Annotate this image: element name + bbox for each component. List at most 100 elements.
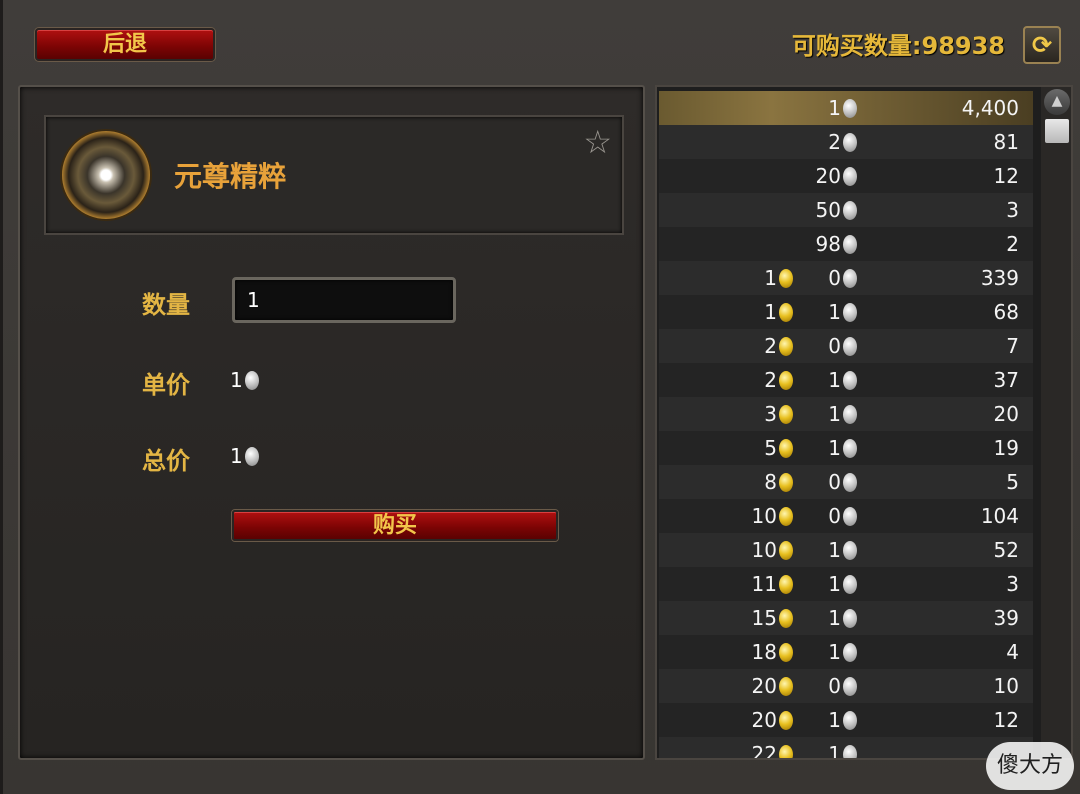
gold-coin-icon [779,269,793,288]
silver-coin-icon [244,447,259,466]
silver-amount: 1 [828,572,841,596]
list-row[interactable]: 10 1 52 [659,533,1033,567]
listing-count: 19 [993,436,1019,460]
quantity-input[interactable]: 1 [232,277,456,323]
gold-price: 11 [752,567,793,601]
silver-coin-icon [843,337,857,356]
listing-count: 68 [993,300,1019,324]
silver-amount: 1 [828,96,841,120]
silver-coin-icon [843,371,857,390]
silver-coin-icon [843,167,857,186]
silver-coin-icon [244,371,259,390]
gold-amount: 1 [764,300,777,324]
silver-price: 1 [828,431,857,465]
silver-coin-icon [843,439,857,458]
silver-price: 20 [816,159,857,193]
gold-amount: 1 [764,266,777,290]
back-button[interactable]: 后退 [35,28,215,61]
gold-coin-icon [779,473,793,492]
total-price-number: 1 [230,444,243,468]
listing-count: 2 [1006,232,1019,256]
list-row[interactable]: 1 1 68 [659,295,1033,329]
silver-price: 50 [816,193,857,227]
gold-price: 20 [752,669,793,703]
listing-count: 3 [1006,572,1019,596]
scrollbar[interactable]: ▲ [1041,87,1071,758]
silver-price: 98 [816,227,857,261]
gold-amount: 2 [764,368,777,392]
price-list-panel: 1 4,400 2 81 20 12 50 3 98 2 1 0 339 1 1 68 2 0 7 2 1 37 3 1 20 5… [655,85,1073,760]
gold-price: 15 [752,601,793,635]
list-row[interactable]: 5 1 19 [659,431,1033,465]
gold-coin-icon [779,541,793,560]
gold-coin-icon [779,337,793,356]
silver-amount: 50 [815,198,841,222]
list-row[interactable]: 2 0 7 [659,329,1033,363]
gold-amount: 22 [751,742,777,760]
gold-amount: 20 [751,674,777,698]
listing-count: 12 [993,164,1019,188]
refresh-button[interactable]: ⟳ [1023,26,1061,64]
total-price-label: 总价 [142,447,190,475]
silver-amount: 0 [828,470,841,494]
gold-amount: 15 [751,606,777,630]
scroll-up-icon[interactable]: ▲ [1044,89,1070,115]
listing-count: 5 [1006,470,1019,494]
list-row[interactable]: 1 4,400 [659,91,1033,125]
silver-coin-icon [843,303,857,322]
silver-amount: 2 [828,130,841,154]
gold-coin-icon [779,609,793,628]
list-row[interactable]: 2 81 [659,125,1033,159]
gold-coin-icon [779,711,793,730]
silver-coin-icon [843,405,857,424]
silver-coin-icon [843,711,857,730]
list-row[interactable]: 11 1 3 [659,567,1033,601]
silver-amount: 98 [815,232,841,256]
star-icon[interactable]: ☆ [583,123,612,161]
list-row[interactable]: 20 12 [659,159,1033,193]
gold-coin-icon [779,371,793,390]
listing-count: 3 [1006,198,1019,222]
listing-count: 39 [993,606,1019,630]
silver-coin-icon [843,269,857,288]
silver-coin-icon [843,201,857,220]
buy-button[interactable]: 购买 [232,510,558,541]
silver-amount: 1 [828,368,841,392]
gold-price: 5 [764,431,793,465]
gold-amount: 20 [751,708,777,732]
silver-coin-icon [843,99,857,118]
list-row[interactable]: 3 1 20 [659,397,1033,431]
silver-amount: 1 [828,436,841,460]
silver-amount: 0 [828,334,841,358]
gold-price: 18 [752,635,793,669]
list-row[interactable]: 98 2 [659,227,1033,261]
gold-amount: 10 [751,538,777,562]
list-row[interactable]: 2 1 37 [659,363,1033,397]
gold-price: 2 [764,329,793,363]
list-row[interactable]: 8 0 5 [659,465,1033,499]
gold-coin-icon [779,643,793,662]
silver-amount: 0 [828,674,841,698]
silver-coin-icon [843,609,857,628]
list-row[interactable]: 1 0 339 [659,261,1033,295]
silver-amount: 1 [828,300,841,324]
silver-coin-icon [843,235,857,254]
list-row[interactable]: 22 1 [659,737,1033,760]
silver-price: 0 [828,465,857,499]
list-row[interactable]: 15 1 39 [659,601,1033,635]
purchase-panel: 元尊精粹 ☆ 数量 1 单价 1 总价 1 购买 [18,85,645,760]
silver-coin-icon [843,745,857,758]
total-price-value: 1 [230,444,259,468]
list-row[interactable]: 50 3 [659,193,1033,227]
scroll-thumb[interactable] [1045,119,1069,143]
list-row[interactable]: 20 0 10 [659,669,1033,703]
unit-price-value: 1 [230,368,259,392]
item-name: 元尊精粹 [174,160,287,193]
list-row[interactable]: 18 1 4 [659,635,1033,669]
unit-price-number: 1 [230,368,243,392]
silver-coin-icon [843,541,857,560]
list-row[interactable]: 10 0 104 [659,499,1033,533]
silver-price: 0 [828,329,857,363]
listing-count: 7 [1006,334,1019,358]
list-row[interactable]: 20 1 12 [659,703,1033,737]
